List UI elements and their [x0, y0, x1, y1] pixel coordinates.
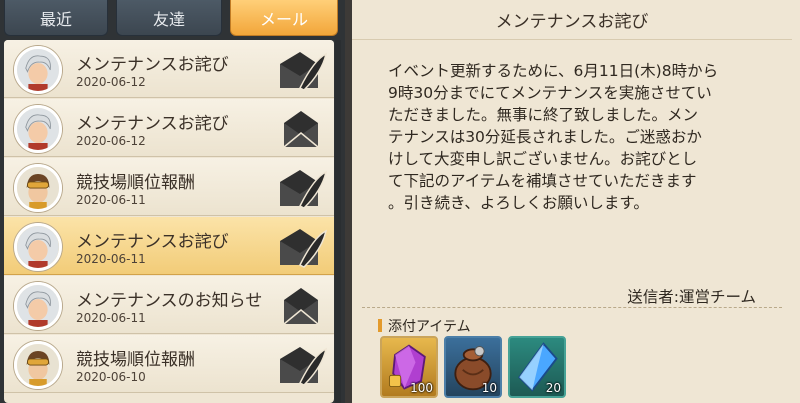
mail-item-title: メンテナンスのお知らせ — [76, 291, 263, 311]
envelope-feather-icon — [274, 225, 328, 269]
tab-recent[interactable]: 最近 — [4, 0, 108, 36]
mail-list-item[interactable]: メンテナンスお詫び 2020-06-12 — [4, 99, 334, 157]
attachment-item[interactable]: 20 — [508, 336, 566, 398]
attachment-quantity: 20 — [545, 381, 561, 395]
mail-detail-panel: メンテナンスお詫び イベント更新するために、6月11日(木)8時から 9時30分… — [352, 0, 800, 403]
avatar-goggles-character — [14, 164, 62, 212]
attachment-item[interactable]: 100 — [380, 336, 438, 398]
attachment-item[interactable]: 10 — [444, 336, 502, 398]
mail-item-date: 2020-06-12 — [76, 134, 146, 148]
avatar-white-haired-character — [14, 46, 62, 94]
tab-bar: 最近 友達 メール — [0, 0, 345, 36]
mail-item-title: メンテナンスお詫び — [76, 114, 229, 134]
mail-list-item[interactable]: メンテナンスお詫び 2020-06-11 — [4, 217, 334, 275]
mail-item-title: 競技場順位報酬 — [76, 173, 195, 193]
mail-item-title: メンテナンスお詫び — [76, 232, 229, 252]
mail-list-scrollbar[interactable] — [335, 40, 341, 403]
mail-item-date: 2020-06-11 — [76, 311, 146, 325]
mail-list-item[interactable]: メンテナンスのお知らせ 2020-06-11 — [4, 276, 334, 334]
tab-friends[interactable]: 友達 — [116, 0, 222, 36]
mail-list-item[interactable]: メンテナンスお詫び 2020-06-12 — [4, 40, 334, 98]
mail-list-item[interactable]: 競技場順位報酬 2020-06-11 — [4, 158, 334, 216]
mail-item-date: 2020-06-10 — [76, 370, 146, 384]
mail-item-date: 2020-06-11 — [76, 252, 146, 266]
envelope-feather-icon — [274, 343, 328, 387]
mail-detail-title: メンテナンスお詫び — [352, 0, 792, 40]
mail-sender: 送信者:運営チーム — [627, 288, 756, 306]
avatar-goggles-character — [14, 341, 62, 389]
tab-mail[interactable]: メール — [230, 0, 338, 36]
avatar-white-haired-character — [14, 223, 62, 271]
envelope-feather-icon — [274, 166, 328, 210]
mail-item-date: 2020-06-11 — [76, 193, 146, 207]
left-panel: 最近 友達 メール メンテナンスお詫び 2020-06-12 メンテナンスお詫び… — [0, 0, 345, 403]
mail-list-item[interactable]: 競技場順位報酬 2020-06-10 — [4, 335, 334, 393]
envelope-icon — [274, 284, 328, 328]
mail-detail-body: イベント更新するために、6月11日(木)8時から 9時30分までにてメンテナンス… — [388, 62, 719, 212]
envelope-icon — [274, 107, 328, 151]
mail-list[interactable]: メンテナンスお詫び 2020-06-12 メンテナンスお詫び 2020-06-1… — [4, 40, 334, 403]
avatar-white-haired-character — [14, 282, 62, 330]
envelope-feather-icon — [274, 48, 328, 92]
mail-item-title: 競技場順位報酬 — [76, 350, 195, 370]
mail-item-title: メンテナンスお詫び — [76, 55, 229, 75]
mail-item-date: 2020-06-12 — [76, 75, 146, 89]
divider — [362, 307, 782, 308]
attachment-quantity: 100 — [410, 381, 433, 395]
attachment-quantity: 10 — [481, 381, 497, 395]
avatar-white-haired-character — [14, 105, 62, 153]
attachments-label: 添付アイテム — [378, 316, 471, 336]
